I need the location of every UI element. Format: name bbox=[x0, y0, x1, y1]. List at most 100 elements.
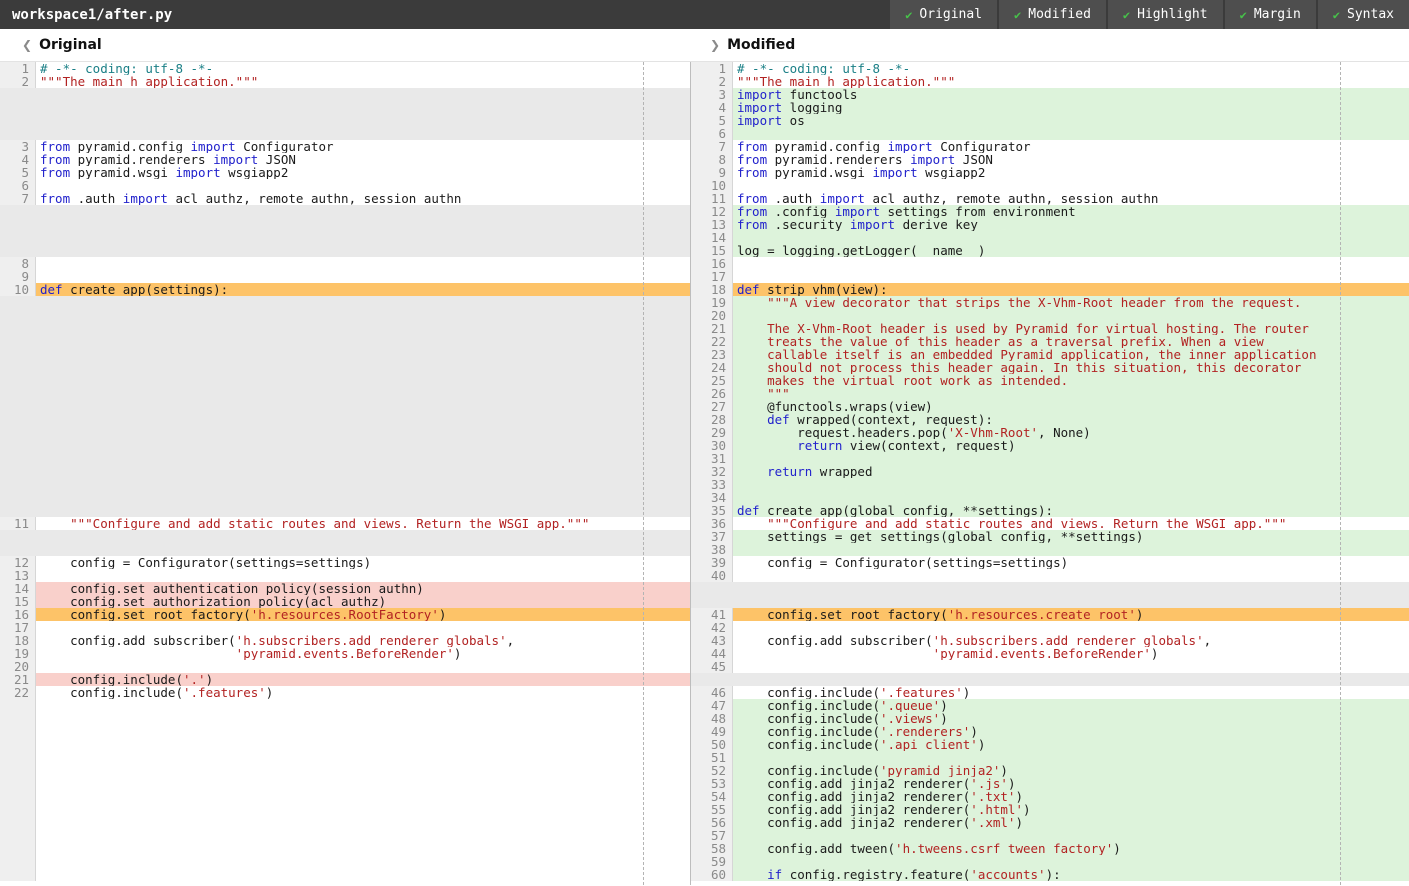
code-row bbox=[0, 738, 690, 751]
code-row: 2"""The main h application.""" bbox=[691, 75, 1409, 88]
code-row bbox=[0, 387, 690, 400]
code-line: from pyramid.renderers import JSON bbox=[733, 153, 1409, 166]
code-row: 33 bbox=[691, 478, 1409, 491]
code-row: 37 settings = get_settings(global_config… bbox=[691, 530, 1409, 543]
code-row: 43 config.add_subscriber('h.subscribers.… bbox=[691, 634, 1409, 647]
toggle-original-button[interactable]: ✔ Original bbox=[890, 0, 997, 29]
code-line bbox=[36, 621, 690, 634]
line-number: 6 bbox=[691, 127, 733, 140]
code-line bbox=[733, 543, 1409, 556]
code-line bbox=[36, 218, 690, 231]
code-line bbox=[36, 335, 690, 348]
line-number bbox=[0, 101, 36, 114]
button-label: Original bbox=[919, 7, 982, 22]
code-row: 46 config.include('.features') bbox=[691, 686, 1409, 699]
code-row: 20 bbox=[0, 660, 690, 673]
line-number bbox=[0, 855, 36, 868]
code-line: 'pyramid.events.BeforeRender') bbox=[36, 647, 690, 660]
code-row bbox=[0, 803, 690, 816]
code-row bbox=[0, 361, 690, 374]
code-row: 55 config.add_jinja2_renderer('.html') bbox=[691, 803, 1409, 816]
code-row bbox=[0, 114, 690, 127]
code-row: 5import os bbox=[691, 114, 1409, 127]
pane-header-original: ❮ Original bbox=[0, 29, 690, 61]
code-row: 30 return view(context, request) bbox=[691, 439, 1409, 452]
original-pane[interactable]: 1# -*- coding: utf-8 -*-2"""The main h a… bbox=[0, 62, 690, 885]
code-row: 11from .auth import acl_authz, remote_au… bbox=[691, 192, 1409, 205]
line-number bbox=[0, 309, 36, 322]
code-line: log = logging.getLogger(__name__) bbox=[733, 244, 1409, 257]
code-line: config.add_tween('h.tweens.csrf_tween_fa… bbox=[733, 842, 1409, 855]
code-row: 13from .security import derive_key bbox=[691, 218, 1409, 231]
code-line: @functools.wraps(view) bbox=[733, 400, 1409, 413]
toggle-modified-button[interactable]: ✔Modified bbox=[999, 0, 1106, 29]
code-row: 9 bbox=[0, 270, 690, 283]
code-line bbox=[36, 816, 690, 829]
code-row: 6 bbox=[691, 127, 1409, 140]
code-line: config = Configurator(settings=settings) bbox=[733, 556, 1409, 569]
code-row bbox=[0, 790, 690, 803]
line-number: 1 bbox=[0, 62, 36, 75]
code-line bbox=[36, 309, 690, 322]
toggle-margin-button[interactable]: ✔Margin bbox=[1225, 0, 1316, 29]
code-line: def create_app(settings): bbox=[36, 283, 690, 296]
code-line: should not process this header again. In… bbox=[733, 361, 1409, 374]
code-row: 2"""The main h application.""" bbox=[0, 75, 690, 88]
line-number bbox=[0, 400, 36, 413]
code-line: """A view decorator that strips the X-Vh… bbox=[733, 296, 1409, 309]
code-line: # -*- coding: utf-8 -*- bbox=[36, 62, 690, 75]
toggle-highlight-button[interactable]: ✔Highlight bbox=[1108, 0, 1223, 29]
code-row: 7from pyramid.config import Configurator bbox=[691, 140, 1409, 153]
code-row: 35def create_app(global_config, **settin… bbox=[691, 504, 1409, 517]
line-number: 3 bbox=[691, 88, 733, 101]
code-row: 16 config.set_root_factory('h.resources.… bbox=[0, 608, 690, 621]
code-row bbox=[0, 231, 690, 244]
code-row bbox=[0, 543, 690, 556]
code-line: """The main h application.""" bbox=[733, 75, 1409, 88]
code-line: import os bbox=[733, 114, 1409, 127]
code-row bbox=[0, 439, 690, 452]
code-row: 14 bbox=[691, 231, 1409, 244]
check-icon: ✔ bbox=[1014, 8, 1021, 22]
code-row: 12from .config import settings_from_envi… bbox=[691, 205, 1409, 218]
line-number: 60 bbox=[691, 868, 733, 881]
line-number bbox=[0, 764, 36, 777]
code-row bbox=[0, 764, 690, 777]
code-line bbox=[36, 764, 690, 777]
code-line: config.set_root_factory('h.resources.cre… bbox=[733, 608, 1409, 621]
code-line bbox=[36, 127, 690, 140]
toggle-syntax-button[interactable]: ✔Syntax bbox=[1318, 0, 1409, 29]
code-line bbox=[36, 348, 690, 361]
code-line: config.add_jinja2_renderer('.html') bbox=[733, 803, 1409, 816]
check-icon: ✔ bbox=[1333, 8, 1340, 22]
line-number bbox=[0, 803, 36, 816]
code-line: config.include('.features') bbox=[36, 686, 690, 699]
window-title: workspace1/after.py bbox=[0, 7, 172, 23]
line-number: 1 bbox=[691, 62, 733, 75]
check-icon: ✔ bbox=[905, 8, 912, 22]
line-number: 6 bbox=[0, 179, 36, 192]
modified-pane[interactable]: 1# -*- coding: utf-8 -*-2"""The main h a… bbox=[690, 62, 1409, 885]
code-line: config.set_authentication_policy(session… bbox=[36, 582, 690, 595]
code-line bbox=[36, 803, 690, 816]
code-row: 28 def wrapped(context, request): bbox=[691, 413, 1409, 426]
code-row: 3import functools bbox=[691, 88, 1409, 101]
button-label: Margin bbox=[1254, 7, 1301, 22]
code-line bbox=[36, 426, 690, 439]
code-line bbox=[733, 491, 1409, 504]
code-line bbox=[36, 270, 690, 283]
code-line bbox=[733, 751, 1409, 764]
code-line bbox=[733, 660, 1409, 673]
code-line bbox=[733, 595, 1409, 608]
code-line bbox=[36, 322, 690, 335]
toolbar: ✔Original✔Modified✔Highlight✔Margin✔Synt… bbox=[888, 0, 1409, 29]
code-row bbox=[0, 816, 690, 829]
code-line bbox=[36, 88, 690, 101]
line-number bbox=[0, 205, 36, 218]
line-number: 11 bbox=[0, 517, 36, 530]
code-row bbox=[0, 348, 690, 361]
line-number bbox=[0, 348, 36, 361]
code-row: 3from pyramid.config import Configurator bbox=[0, 140, 690, 153]
code-line bbox=[733, 829, 1409, 842]
code-line: from .auth import acl_authz, remote_auth… bbox=[733, 192, 1409, 205]
